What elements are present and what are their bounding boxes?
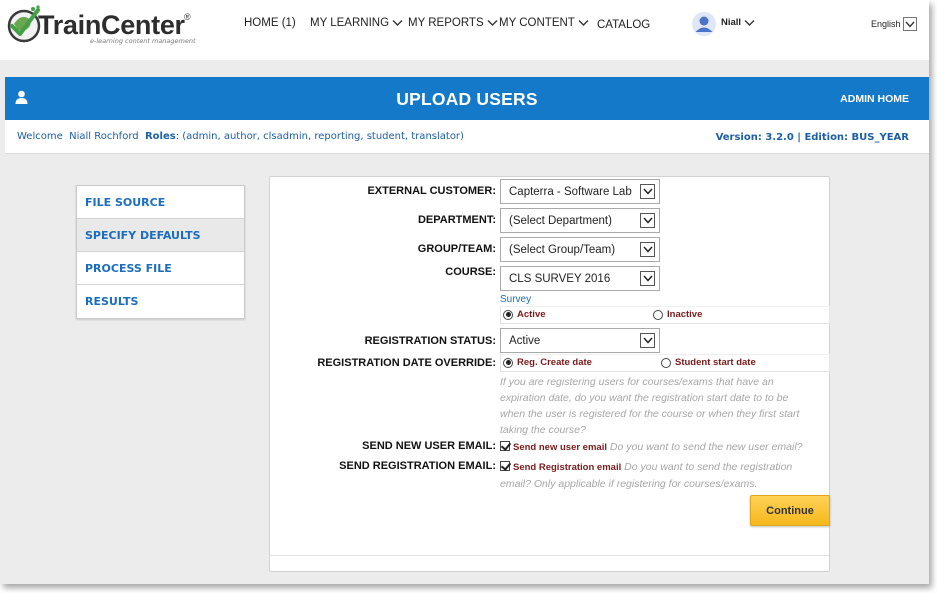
- help-line: If you are registering users for courses…: [500, 376, 774, 388]
- send-registration-email-label: SEND REGISTRATION EMAIL:: [339, 460, 496, 472]
- survey-active-label: Active: [517, 309, 546, 320]
- version-info: Version: 3.2.0 | Edition: BUS_YEAR: [716, 132, 909, 143]
- roles-value: : (admin, author, clsadmin, reporting, s…: [175, 131, 464, 142]
- logo-tagline: e-learning content management: [90, 37, 196, 45]
- send-new-user-email-label: SEND NEW USER EMAIL:: [362, 440, 496, 452]
- language-value: English: [871, 19, 901, 29]
- step-file-source[interactable]: FILE SOURCE: [77, 186, 244, 219]
- help-line: expiration date, do you want the registr…: [500, 392, 789, 404]
- app-window: TrainCenter ® e-learning content managem…: [0, 0, 929, 584]
- logo-registered-mark: ®: [184, 12, 191, 22]
- send-registration-email-help: Do you want to send the registration: [624, 461, 793, 473]
- external-customer-label: EXTERNAL CUSTOMER:: [367, 185, 496, 197]
- chevron-down-icon: [578, 20, 589, 26]
- welcome-bar: Welcome Niall Rochford Roles: (admin, au…: [5, 120, 929, 154]
- department-label: DEPARTMENT:: [417, 214, 496, 226]
- send-new-user-email-checkbox[interactable]: [500, 441, 510, 451]
- group-team-label: GROUP/TEAM:: [417, 243, 496, 255]
- nav-my-content-label: MY CONTENT: [499, 17, 575, 29]
- course-select[interactable]: CLS SURVEY 2016: [500, 266, 660, 291]
- course-label: COURSE:: [445, 266, 496, 278]
- survey-radio-group: Active Inactive: [500, 306, 830, 324]
- radio-unselected-icon: [661, 357, 671, 368]
- top-nav: TrainCenter ® e-learning content managem…: [0, 0, 929, 60]
- language-select[interactable]: English: [871, 17, 917, 31]
- page-banner: UPLOAD USERS ADMIN HOME: [5, 77, 929, 120]
- nav-home-label: HOME (1): [244, 17, 296, 29]
- nav-my-content[interactable]: MY CONTENT: [499, 17, 589, 29]
- reg-create-date-radio[interactable]: Reg. Create date: [503, 357, 592, 368]
- step-specify-defaults[interactable]: SPECIFY DEFAULTS: [77, 219, 244, 252]
- traincenter-logo[interactable]: TrainCenter ® e-learning content managem…: [4, 4, 204, 48]
- continue-button[interactable]: Continue: [750, 495, 830, 526]
- department-select[interactable]: (Select Department): [500, 208, 660, 233]
- welcome-info: Welcome Niall Rochford Roles: (admin, au…: [17, 131, 464, 142]
- page-title: UPLOAD USERS: [396, 89, 538, 109]
- send-registration-email-help: email? Only applicable if registering fo…: [500, 478, 758, 490]
- registration-date-override-label: REGISTRATION DATE OVERRIDE:: [317, 357, 496, 369]
- external-customer-select[interactable]: Capterra - Software Lab: [500, 179, 660, 204]
- chevron-down-icon: [640, 333, 655, 348]
- version-text: Version: 3.2.0: [715, 132, 794, 143]
- avatar-icon[interactable]: [692, 12, 716, 36]
- chevron-down-icon: [640, 213, 655, 228]
- welcome-user-name: Niall Rochford: [69, 131, 139, 142]
- nav-catalog[interactable]: CATALOG: [597, 19, 650, 31]
- chevron-down-icon: [392, 20, 403, 26]
- radio-selected-icon: [503, 309, 513, 320]
- help-line: when the user is registered for the cour…: [500, 408, 800, 420]
- upload-steps-menu: FILE SOURCE SPECIFY DEFAULTS PROCESS FIL…: [76, 185, 245, 319]
- registration-date-help: If you are registering users for courses…: [500, 374, 830, 438]
- course-value: CLS SURVEY 2016: [509, 272, 611, 285]
- panel-divider: [270, 555, 829, 556]
- nav-home[interactable]: HOME (1): [244, 17, 296, 29]
- chevron-down-icon: [640, 184, 655, 199]
- admin-home-link[interactable]: ADMIN HOME: [840, 93, 909, 105]
- version-separator: |: [797, 132, 801, 143]
- step-results[interactable]: RESULTS: [77, 285, 244, 318]
- student-start-date-label: Student start date: [675, 357, 756, 368]
- user-name[interactable]: Niall: [721, 17, 741, 28]
- welcome-label: Welcome: [17, 131, 63, 142]
- reg-create-date-label: Reg. Create date: [517, 357, 592, 368]
- send-registration-email-row: Send Registration email Do you want to s…: [500, 459, 830, 492]
- survey-inactive-radio[interactable]: Inactive: [653, 309, 702, 320]
- registration-status-value: Active: [509, 334, 541, 347]
- chevron-down-icon: [640, 271, 655, 286]
- chevron-down-icon: [487, 20, 498, 26]
- nav-my-learning[interactable]: MY LEARNING: [310, 17, 403, 29]
- registration-date-radio-group: Reg. Create date Student start date: [500, 354, 830, 372]
- radio-unselected-icon: [653, 309, 663, 320]
- external-customer-value: Capterra - Software Lab: [509, 185, 632, 198]
- send-new-user-email-row: Send new user email Do you want to send …: [500, 439, 830, 456]
- send-new-user-email-help: Do you want to send the new user email?: [609, 441, 803, 453]
- registration-status-select[interactable]: Active: [500, 328, 660, 353]
- send-registration-email-option[interactable]: Send Registration email: [513, 462, 621, 473]
- send-new-user-email-option[interactable]: Send new user email: [513, 442, 607, 453]
- chevron-down-icon: [640, 242, 655, 257]
- radio-selected-icon: [503, 357, 513, 368]
- help-line: taking the course?: [500, 424, 586, 436]
- nav-catalog-label: CATALOG: [597, 19, 651, 31]
- group-team-select[interactable]: (Select Group/Team): [500, 237, 660, 262]
- nav-my-learning-label: MY LEARNING: [310, 17, 390, 29]
- survey-active-radio[interactable]: Active: [503, 309, 546, 320]
- survey-inactive-label: Inactive: [667, 309, 703, 320]
- send-registration-email-checkbox[interactable]: [500, 461, 510, 471]
- nav-my-reports[interactable]: MY REPORTS: [408, 17, 498, 29]
- student-start-date-radio[interactable]: Student start date: [661, 357, 756, 368]
- chevron-down-icon[interactable]: [744, 19, 755, 27]
- step-process-file[interactable]: PROCESS FILE: [77, 252, 244, 285]
- department-value: (Select Department): [509, 214, 612, 227]
- defaults-form: EXTERNAL CUSTOMER: Capterra - Software L…: [269, 176, 830, 572]
- roles-label: Roles: [144, 131, 176, 142]
- survey-label: Survey: [500, 294, 532, 305]
- chevron-down-icon: [902, 17, 917, 31]
- registration-status-label: REGISTRATION STATUS:: [364, 335, 496, 347]
- group-team-value: (Select Group/Team): [509, 243, 616, 256]
- edition-text: Edition: BUS_YEAR: [804, 132, 909, 143]
- nav-my-reports-label: MY REPORTS: [408, 17, 484, 29]
